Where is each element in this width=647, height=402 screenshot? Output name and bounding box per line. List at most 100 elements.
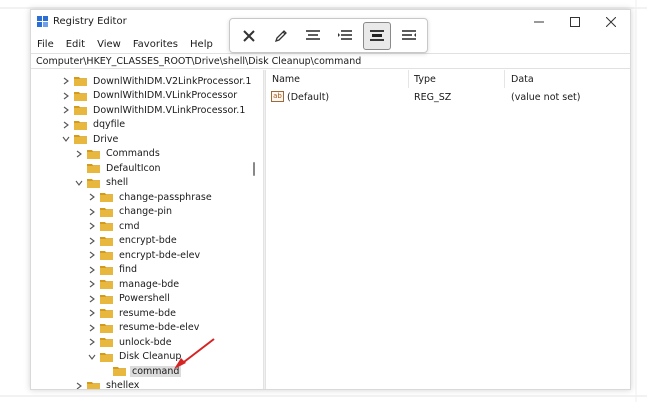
- folder-icon: [74, 91, 87, 101]
- tree-item[interactable]: encrypt-bde-elev: [87, 248, 202, 263]
- tree-item-label: find: [119, 264, 138, 276]
- menu-help[interactable]: Help: [184, 37, 219, 53]
- tree-item[interactable]: DefaultIcon: [74, 161, 163, 176]
- chevron-right-icon[interactable]: [87, 234, 97, 248]
- folder-icon: [74, 134, 87, 145]
- close-window-button[interactable]: [593, 10, 629, 34]
- tree-item[interactable]: shell: [74, 176, 130, 191]
- folder-icon: [74, 105, 87, 116]
- tree-item-label: Powershell: [119, 293, 170, 305]
- tree-item[interactable]: DownlWithIDM.V2LinkProcessor.1: [61, 74, 253, 89]
- tree-item[interactable]: dqyfile: [61, 118, 127, 133]
- tree-item[interactable]: resume-bde: [87, 306, 178, 321]
- column-separator[interactable]: [408, 70, 409, 88]
- chevron-right-icon[interactable]: [87, 248, 97, 262]
- close-icon: [606, 17, 616, 27]
- tree-item[interactable]: DownlWithIDM.VLinkProcessor: [61, 89, 239, 104]
- column-header-type[interactable]: Type: [414, 74, 436, 85]
- tree-item[interactable]: change-pin: [87, 205, 174, 220]
- tree-item-label: Drive: [93, 133, 119, 145]
- value-type: REG_SZ: [414, 92, 452, 103]
- chevron-right-icon[interactable]: [61, 103, 71, 117]
- menu-edit[interactable]: Edit: [60, 37, 91, 53]
- pencil-icon: [274, 30, 287, 43]
- tree-item-label: change-pin: [119, 206, 173, 218]
- address-bar[interactable]: Computer\HKEY_CLASSES_ROOT\Drive\shell\D…: [31, 53, 630, 69]
- values-list: Name Type Data ab (Default) REG_SZ (valu…: [266, 70, 630, 389]
- close-icon: [243, 30, 255, 42]
- align-middle-icon: [338, 30, 352, 40]
- menu-favorites[interactable]: Favorites: [127, 37, 184, 53]
- chevron-right-icon[interactable]: [87, 277, 97, 291]
- chevron-right-icon[interactable]: [61, 89, 71, 103]
- chevron-down-icon[interactable]: [87, 350, 97, 364]
- tree-item-label: encrypt-bde: [119, 235, 177, 247]
- chevron-right-icon[interactable]: [87, 219, 97, 233]
- tree-item[interactable]: cmd: [87, 219, 142, 234]
- chevron-down-icon[interactable]: [61, 132, 71, 146]
- folder-icon: [100, 236, 113, 246]
- toolbar-align-middle-button[interactable]: [331, 22, 359, 50]
- folder-icon: [74, 120, 87, 130]
- folder-icon: [100, 352, 113, 362]
- toolbar-align-bottom-button[interactable]: [395, 22, 423, 50]
- tree-item[interactable]: Powershell: [87, 292, 172, 307]
- chevron-down-icon[interactable]: [74, 176, 84, 190]
- folder-icon: [100, 323, 113, 333]
- registry-editor-window: Registry Editor File Edit View Favorites…: [30, 9, 631, 390]
- tree-item[interactable]: Commands: [74, 147, 162, 162]
- chevron-right-icon[interactable]: [87, 205, 97, 219]
- tree-item-label: DownlWithIDM.VLinkProcessor.1: [93, 104, 246, 116]
- maximize-button[interactable]: [557, 10, 593, 34]
- chevron-right-icon[interactable]: [87, 321, 97, 335]
- tree-item[interactable]: resume-bde-elev: [87, 321, 201, 336]
- align-bottom-icon: [402, 30, 416, 40]
- tree-item[interactable]: Disk Cleanup: [87, 350, 183, 365]
- tree-item[interactable]: Drive: [61, 132, 120, 147]
- menu-view[interactable]: View: [91, 37, 127, 53]
- column-header-name[interactable]: Name: [272, 74, 300, 85]
- folder-icon: [100, 337, 113, 348]
- tree-item[interactable]: manage-bde: [87, 277, 181, 292]
- registry-editor-app-icon: [37, 16, 48, 27]
- tree-item-label: shell: [106, 177, 129, 189]
- toolbar-close-button[interactable]: [235, 22, 263, 50]
- tree-item[interactable]: unlock-bde: [87, 335, 174, 350]
- folder-icon: [100, 192, 113, 203]
- address-path[interactable]: Computer\HKEY_CLASSES_ROOT\Drive\shell\D…: [36, 56, 361, 67]
- column-separator[interactable]: [504, 70, 505, 88]
- chevron-right-icon[interactable]: [74, 147, 84, 161]
- tree-item[interactable]: shellex: [74, 379, 141, 389]
- minimize-button[interactable]: [521, 10, 557, 34]
- chevron-right-icon[interactable]: [87, 292, 97, 306]
- tree-item-label: unlock-bde: [119, 336, 172, 348]
- toolbar-align-top-button[interactable]: [299, 22, 327, 50]
- tree-item-label: DefaultIcon: [106, 162, 161, 174]
- tree-item[interactable]: change-passphrase: [87, 190, 214, 205]
- chevron-right-icon[interactable]: [87, 335, 97, 349]
- chevron-right-icon[interactable]: [61, 118, 71, 132]
- tree-item-label: dqyfile: [93, 119, 126, 131]
- chevron-right-icon[interactable]: [87, 263, 97, 277]
- tree-item-label: DownlWithIDM.VLinkProcessor: [93, 90, 238, 102]
- chevron-right-icon[interactable]: [74, 379, 84, 389]
- toolbar-align-center-button[interactable]: [363, 22, 391, 50]
- tree-item-label: DownlWithIDM.V2LinkProcessor.1: [93, 75, 252, 87]
- value-row-default[interactable]: ab (Default) REG_SZ (value not set): [266, 89, 630, 105]
- chevron-right-icon[interactable]: [61, 74, 71, 88]
- column-header-data[interactable]: Data: [511, 74, 534, 85]
- window-title: Registry Editor: [53, 16, 127, 27]
- tree-scrollbar-thumb[interactable]: [253, 162, 255, 176]
- menu-file[interactable]: File: [31, 37, 60, 53]
- folder-icon: [100, 221, 113, 232]
- tree-item[interactable]: find: [87, 263, 139, 278]
- toolbar-pencil-button[interactable]: [267, 22, 295, 50]
- value-data: (value not set): [511, 92, 581, 103]
- chevron-right-icon[interactable]: [87, 190, 97, 204]
- chevron-right-icon[interactable]: [87, 306, 97, 320]
- align-top-icon: [306, 30, 320, 40]
- tree-item[interactable]: encrypt-bde: [87, 234, 179, 249]
- tree-item[interactable]: DownlWithIDM.VLinkProcessor.1: [61, 103, 247, 118]
